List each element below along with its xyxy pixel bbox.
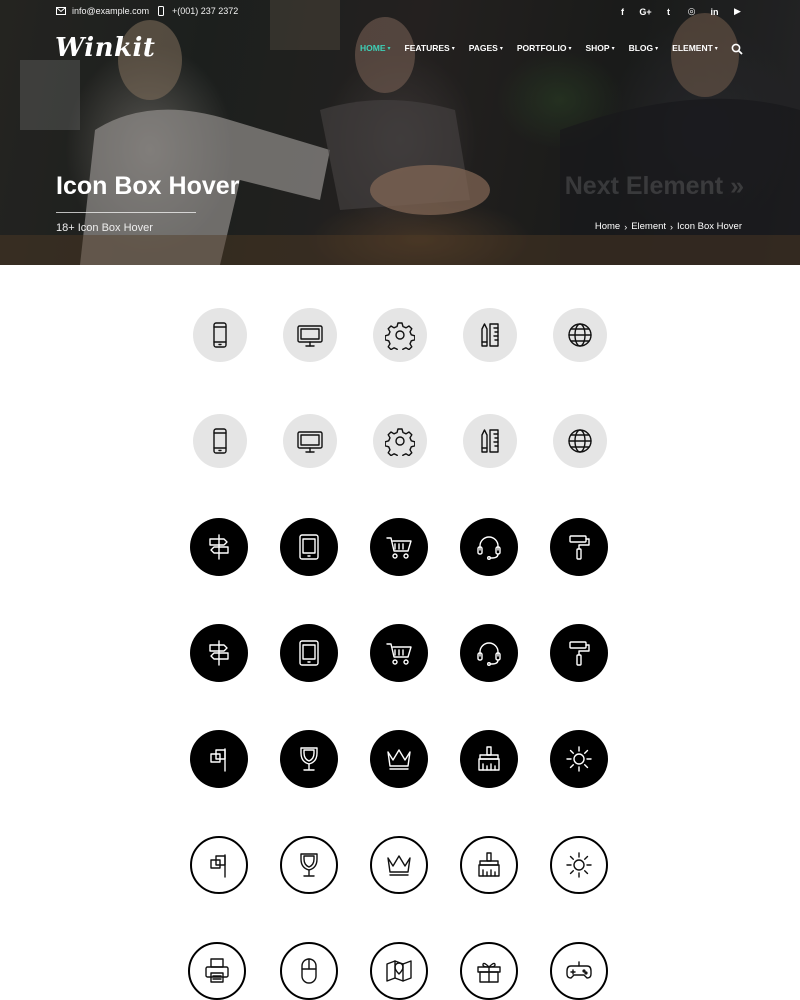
gear-icon <box>385 322 415 350</box>
icon-box[interactable] <box>280 730 338 788</box>
tablet-icon <box>299 534 319 560</box>
icon-box[interactable] <box>188 942 246 1000</box>
icon-box[interactable] <box>190 518 248 576</box>
icon-box[interactable] <box>460 836 518 894</box>
icon-box[interactable] <box>463 414 517 468</box>
globe-icon <box>568 323 592 347</box>
icon-box[interactable] <box>370 518 428 576</box>
brush-icon <box>478 746 500 771</box>
icon-box[interactable] <box>190 836 248 894</box>
icon-box[interactable] <box>370 624 428 682</box>
icon-box[interactable] <box>190 624 248 682</box>
icon-box[interactable] <box>370 942 428 1000</box>
icon-box[interactable] <box>550 942 608 1000</box>
smartphone-icon <box>213 428 227 454</box>
icon-box[interactable] <box>373 308 427 362</box>
icon-box[interactable] <box>370 730 428 788</box>
crown-icon <box>387 749 411 770</box>
icon-box[interactable] <box>190 730 248 788</box>
icon-box[interactable] <box>463 308 517 362</box>
paint-roller-icon <box>569 641 590 666</box>
headset-icon <box>477 536 501 561</box>
icon-box[interactable] <box>193 414 247 468</box>
icon-box[interactable] <box>550 730 608 788</box>
printer-icon <box>205 958 229 983</box>
icon-box[interactable] <box>550 836 608 894</box>
icon-box[interactable] <box>193 308 247 362</box>
flags-icon <box>210 854 226 878</box>
mouse-icon <box>301 958 317 984</box>
icon-box[interactable] <box>460 730 518 788</box>
icon-box[interactable] <box>283 414 337 468</box>
headset-icon <box>477 642 501 667</box>
pencil-ruler-icon <box>481 323 499 347</box>
icon-box[interactable] <box>280 836 338 894</box>
tablet-icon <box>299 640 319 666</box>
icon-box[interactable] <box>550 518 608 576</box>
trophy-icon <box>300 853 318 877</box>
signpost-icon <box>209 640 229 666</box>
globe-icon <box>568 429 592 453</box>
brush-icon <box>478 852 500 877</box>
sun-icon <box>566 746 592 772</box>
icon-box[interactable] <box>550 624 608 682</box>
icon-box[interactable] <box>370 836 428 894</box>
trophy-icon <box>300 747 318 771</box>
icon-box[interactable] <box>280 518 338 576</box>
smartphone-icon <box>213 322 227 348</box>
cart-icon <box>386 643 412 665</box>
icon-box[interactable] <box>553 308 607 362</box>
icon-box[interactable] <box>280 942 338 1000</box>
icon-box-grid <box>0 0 800 1000</box>
crown-icon <box>387 855 411 876</box>
signpost-icon <box>209 534 229 560</box>
gift-icon <box>477 962 501 983</box>
gear-icon <box>385 428 415 456</box>
icon-box[interactable] <box>460 942 518 1000</box>
icon-box[interactable] <box>373 414 427 468</box>
pencil-ruler-icon <box>481 429 499 453</box>
flags-icon <box>210 748 226 772</box>
icon-box[interactable] <box>280 624 338 682</box>
map-icon <box>386 960 412 982</box>
icon-box[interactable] <box>460 518 518 576</box>
monitor-icon <box>297 325 323 347</box>
cart-icon <box>386 537 412 559</box>
icon-box[interactable] <box>460 624 518 682</box>
paint-roller-icon <box>569 535 590 560</box>
sun-icon <box>566 852 592 878</box>
gamepad-icon <box>566 961 592 979</box>
icon-box[interactable] <box>553 414 607 468</box>
monitor-icon <box>297 431 323 453</box>
icon-box[interactable] <box>283 308 337 362</box>
